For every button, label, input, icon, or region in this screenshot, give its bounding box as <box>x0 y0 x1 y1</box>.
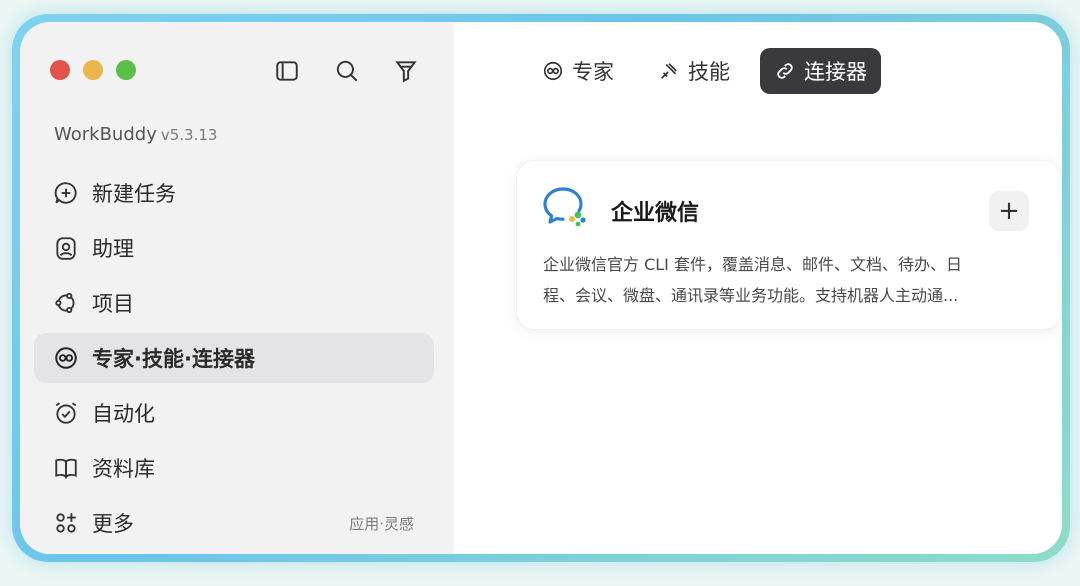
tab-skill[interactable]: 技能 <box>644 48 744 94</box>
sidebar-item-label: 更多 <box>92 512 134 536</box>
sidebar-item-assistant[interactable]: 助理 <box>34 223 434 273</box>
sidebar-item-more[interactable]: 更多 应用·灵感 <box>34 498 434 548</box>
sidebar-item-label: 专家·技能·连接器 <box>92 347 255 371</box>
tab-connector[interactable]: 连接器 <box>760 48 881 94</box>
app-name: WorkBuddy <box>54 124 157 145</box>
assistant-icon <box>52 234 80 262</box>
connector-description: 企业微信官方 CLI 套件，覆盖消息、邮件、文档、待办、日 程、会议、微盘、通讯… <box>543 249 1033 311</box>
main-panel: 专家 技能 连接器 企业微信 + 企业微信官方 CLI 套件，覆盖消息、邮件、文… <box>454 22 1062 554</box>
more-subtitle[interactable]: 应用·灵感 <box>349 513 414 534</box>
expert-icon <box>52 344 80 372</box>
sidebar-item-label: 项目 <box>92 292 134 316</box>
tab-label: 专家 <box>572 60 614 84</box>
window-controls <box>50 60 136 80</box>
sidebar-item-automation[interactable]: 自动化 <box>34 388 434 438</box>
connector-card[interactable]: 企业微信 + 企业微信官方 CLI 套件，覆盖消息、邮件、文档、待办、日 程、会… <box>516 160 1062 330</box>
sidebar-item-label: 资料库 <box>92 457 155 481</box>
search-icon[interactable] <box>334 58 360 84</box>
app-title: WorkBuddy v5.3.13 <box>54 124 217 145</box>
connector-description-line: 企业微信官方 CLI 套件，覆盖消息、邮件、文档、待办、日 <box>543 255 962 274</box>
sidebar-item-project[interactable]: 项目 <box>34 278 434 328</box>
close-window-button[interactable] <box>50 60 70 80</box>
sidebar: WorkBuddy v5.3.13 新建任务 助理 项目 专家·技能·连接器 自… <box>20 22 454 554</box>
book-icon <box>52 454 80 482</box>
sidebar-item-label: 助理 <box>92 237 134 261</box>
maximize-window-button[interactable] <box>116 60 136 80</box>
tab-expert[interactable]: 专家 <box>528 48 628 94</box>
minimize-window-button[interactable] <box>83 60 103 80</box>
apps-icon <box>52 509 80 537</box>
tab-label: 技能 <box>688 60 730 84</box>
sidebar-item-label: 新建任务 <box>92 182 176 206</box>
expert-icon <box>543 61 563 81</box>
sidebar-item-library[interactable]: 资料库 <box>34 443 434 493</box>
sidebar-nav: 新建任务 助理 项目 专家·技能·连接器 自动化 资料库 更多 应用·灵感 <box>34 168 434 553</box>
link-icon <box>777 63 793 79</box>
tab-bar: 专家 技能 连接器 <box>528 48 881 94</box>
sidebar-toggle-icon[interactable] <box>274 58 300 84</box>
connector-description-line: 程、会议、微盘、通讯录等业务功能。支持机器人主动通... <box>543 286 959 305</box>
skill-icon <box>661 63 677 79</box>
project-icon <box>52 289 80 317</box>
sidebar-item-new-task[interactable]: 新建任务 <box>34 168 434 218</box>
sidebar-item-expert-skill-connector[interactable]: 专家·技能·连接器 <box>34 333 434 383</box>
connector-name: 企业微信 <box>611 201 700 226</box>
app-window: WorkBuddy v5.3.13 新建任务 助理 项目 专家·技能·连接器 自… <box>20 22 1062 554</box>
sidebar-item-label: 自动化 <box>92 402 155 426</box>
add-connector-button[interactable]: + <box>989 191 1029 231</box>
tab-label: 连接器 <box>804 60 867 84</box>
alarm-clock-icon <box>52 399 80 427</box>
wecom-logo-icon <box>543 187 586 227</box>
filter-icon[interactable] <box>393 58 419 84</box>
new-task-icon <box>52 179 80 207</box>
app-version: v5.3.13 <box>160 126 218 144</box>
